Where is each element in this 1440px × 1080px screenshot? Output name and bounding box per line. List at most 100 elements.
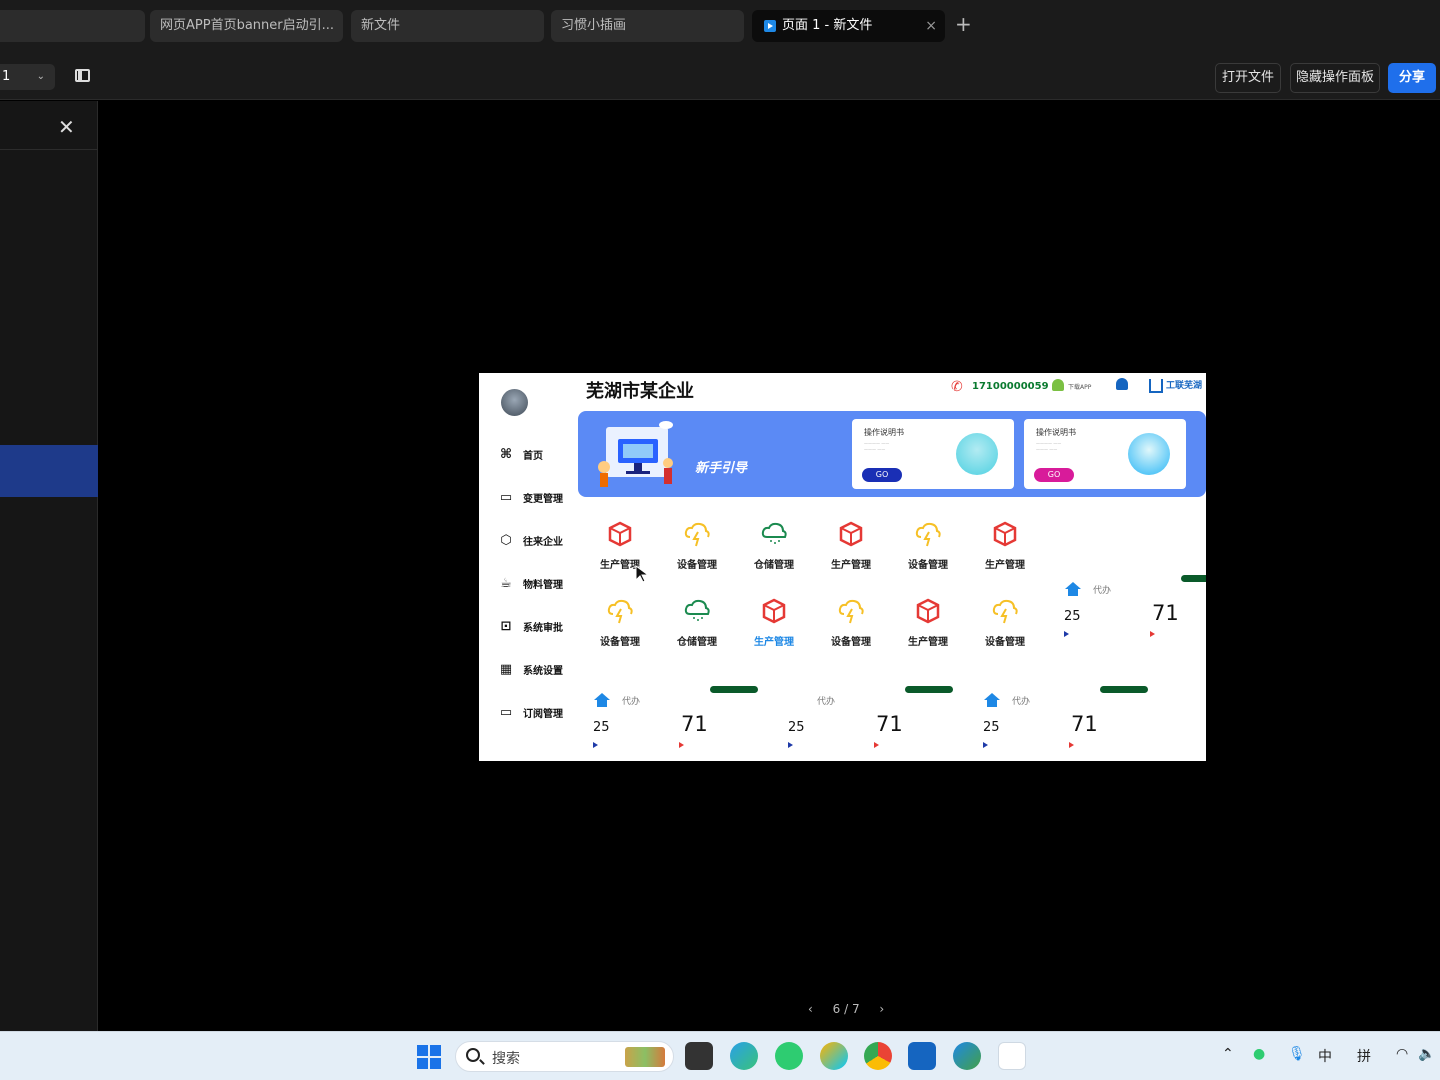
wechat-tray-icon[interactable]: ● xyxy=(1253,1046,1265,1062)
nav-label: 首页 xyxy=(523,451,543,462)
grid-item-equipment[interactable]: 设备管理 xyxy=(590,598,650,654)
new-tab-icon[interactable]: + xyxy=(955,12,972,36)
prev-slide-icon[interactable]: ‹ xyxy=(808,1002,813,1016)
chrome-icon[interactable] xyxy=(864,1042,892,1070)
wechat-icon[interactable] xyxy=(775,1042,803,1070)
open-file-button[interactable]: 打开文件 xyxy=(1215,63,1281,93)
share-button[interactable]: 分享 xyxy=(1388,63,1436,93)
company-title: 芜湖市某企业 xyxy=(586,381,694,402)
nav-item-materials[interactable]: ☕ 物料管理 xyxy=(499,576,563,594)
windows-taskbar: 搜索 ⌃ ● 🎙 中 拼 ◠ 🔈 xyxy=(0,1031,1440,1080)
home-icon xyxy=(984,693,1000,707)
logo-text: 工联芜湖 xyxy=(1166,381,1203,391)
stat-value-a: 25 xyxy=(983,720,1000,735)
chip-icon: ⊡ xyxy=(500,619,512,634)
rain-cloud-icon xyxy=(761,522,787,544)
page-select[interactable]: 1 ⌄ xyxy=(0,64,55,90)
go-button[interactable]: GO xyxy=(1034,468,1074,482)
nav-item-settings[interactable]: ▦ 系统设置 xyxy=(499,662,563,680)
slide-counter: 6 / 7 xyxy=(832,1002,860,1016)
grid-label: 设备管理 xyxy=(985,637,1025,648)
tray-chevron-up-icon[interactable]: ⌃ xyxy=(1222,1046,1234,1062)
video-player-icon[interactable] xyxy=(820,1042,848,1070)
nav-label: 系统审批 xyxy=(523,623,563,634)
grid-item-equipment[interactable]: 设备管理 xyxy=(821,598,881,654)
books-icon xyxy=(956,433,998,475)
manual-desc: ———— —— ——— —— xyxy=(1036,441,1062,452)
phone-icon: ✆ xyxy=(951,379,963,395)
nav-label: 变更管理 xyxy=(523,494,563,505)
wifi-icon[interactable]: ◠ xyxy=(1396,1046,1408,1062)
nav-item-subscription[interactable]: ▭ 订阅管理 xyxy=(499,705,563,723)
stat-card[interactable]: 代办 25 71 xyxy=(593,686,783,756)
command-icon: ⌘ xyxy=(499,447,513,462)
grid-item-warehouse[interactable]: 仓储管理 xyxy=(744,521,804,577)
mail-icon[interactable] xyxy=(908,1042,936,1070)
grid-item-warehouse[interactable]: 仓储管理 xyxy=(667,598,727,654)
mouse-cursor-icon xyxy=(635,565,649,583)
taskbar-search[interactable]: 搜索 xyxy=(455,1041,674,1072)
close-tab-icon[interactable]: × xyxy=(925,10,937,42)
tab-label: 页面 1 - 新文件 xyxy=(782,18,873,33)
tab-page1-active[interactable]: 页面 1 - 新文件 × xyxy=(752,10,945,42)
windows-start-icon[interactable] xyxy=(417,1045,441,1069)
tab-new-file[interactable]: 新文件 xyxy=(351,10,544,42)
grid-item-production-active[interactable]: 生产管理 xyxy=(744,598,804,654)
nav-item-change[interactable]: ▭ 变更管理 xyxy=(499,490,563,508)
grid-label: 生产管理 xyxy=(831,560,871,571)
task-view-icon[interactable] xyxy=(685,1042,713,1070)
edge-icon[interactable] xyxy=(953,1042,981,1070)
avatar xyxy=(501,389,528,416)
microphone-icon[interactable]: 🎙 xyxy=(1288,1046,1306,1062)
stat-card[interactable]: 代办 25 71 xyxy=(788,686,978,756)
tab-habit-illustration[interactable]: 习惯小插画 xyxy=(551,10,744,42)
toolbar: 1 ⌄ 打开文件 隐藏操作面板 分享 xyxy=(0,52,1440,100)
panel-toggle-icon[interactable] xyxy=(75,69,90,82)
grid-item-production[interactable]: 生产管理 xyxy=(975,521,1035,577)
nav-item-approval[interactable]: ⊡ 系统审批 xyxy=(499,619,563,637)
tab-hidden[interactable] xyxy=(0,10,145,42)
go-button[interactable]: GO xyxy=(862,468,902,482)
divider xyxy=(0,149,98,150)
hide-panel-button[interactable]: 隐藏操作面板 xyxy=(1290,63,1380,93)
manual-card-1[interactable]: 操作说明书 ———— —— ——— —— GO xyxy=(852,419,1014,489)
bell-icon[interactable] xyxy=(1116,378,1128,390)
grid-item-equipment[interactable]: 设备管理 xyxy=(667,521,727,577)
grid-label: 设备管理 xyxy=(677,560,717,571)
search-highlight-image xyxy=(625,1047,665,1067)
design-app-icon[interactable] xyxy=(998,1042,1026,1070)
todo-label: 代办 xyxy=(1093,586,1112,596)
search-icon xyxy=(466,1048,480,1062)
close-icon[interactable]: ✕ xyxy=(58,115,75,139)
marker-icon xyxy=(874,742,879,748)
volume-icon[interactable]: 🔈 xyxy=(1418,1046,1435,1062)
marker-icon xyxy=(1150,631,1155,637)
grid-item-equipment[interactable]: 设备管理 xyxy=(975,598,1035,654)
grid-item-equipment[interactable]: 设备管理 xyxy=(898,521,958,577)
prototype-slide: ⌘ 首页 ▭ 变更管理 ⬡ 往来企业 ☕ 物料管理 ⊡ 系统审批 ▦ 系统设置 ▭ 订阅管理 … xyxy=(479,373,1206,761)
stat-value-a: 25 xyxy=(593,720,610,735)
manual-card-2[interactable]: 操作说明书 ———— —— ——— —— GO xyxy=(1024,419,1186,489)
cube-icon xyxy=(762,598,786,624)
stat-card[interactable]: 代办 25 71 xyxy=(983,686,1173,756)
grid-item-production[interactable]: 生产管理 xyxy=(898,598,958,654)
grid-label: 仓储管理 xyxy=(754,560,794,571)
marker-icon xyxy=(679,742,684,748)
todo-label: 代办 xyxy=(622,697,641,707)
download-app-link[interactable]: 下载APP xyxy=(1068,382,1091,391)
edge-dev-icon[interactable] xyxy=(730,1042,758,1070)
ime-language[interactable]: 中 xyxy=(1318,1046,1332,1066)
grid-label: 生产管理 xyxy=(908,637,948,648)
nav-item-partners[interactable]: ⬡ 往来企业 xyxy=(499,533,563,551)
tab-label: 习惯小插画 xyxy=(561,18,627,33)
stat-card[interactable]: 代办 25 71 xyxy=(1064,575,1206,645)
selected-page-item[interactable] xyxy=(0,445,98,497)
grid-label: 设备管理 xyxy=(600,637,640,648)
ime-mode[interactable]: 拼 xyxy=(1357,1046,1371,1066)
tab-banner-guide[interactable]: 网页APP首页banner启动引... xyxy=(150,10,343,42)
next-slide-icon[interactable]: › xyxy=(879,1002,884,1016)
new-user-guide-text: 新手引导 xyxy=(695,461,748,476)
grid-label: 生产管理 xyxy=(985,560,1025,571)
nav-item-home[interactable]: ⌘ 首页 xyxy=(499,447,543,465)
grid-item-production[interactable]: 生产管理 xyxy=(821,521,881,577)
